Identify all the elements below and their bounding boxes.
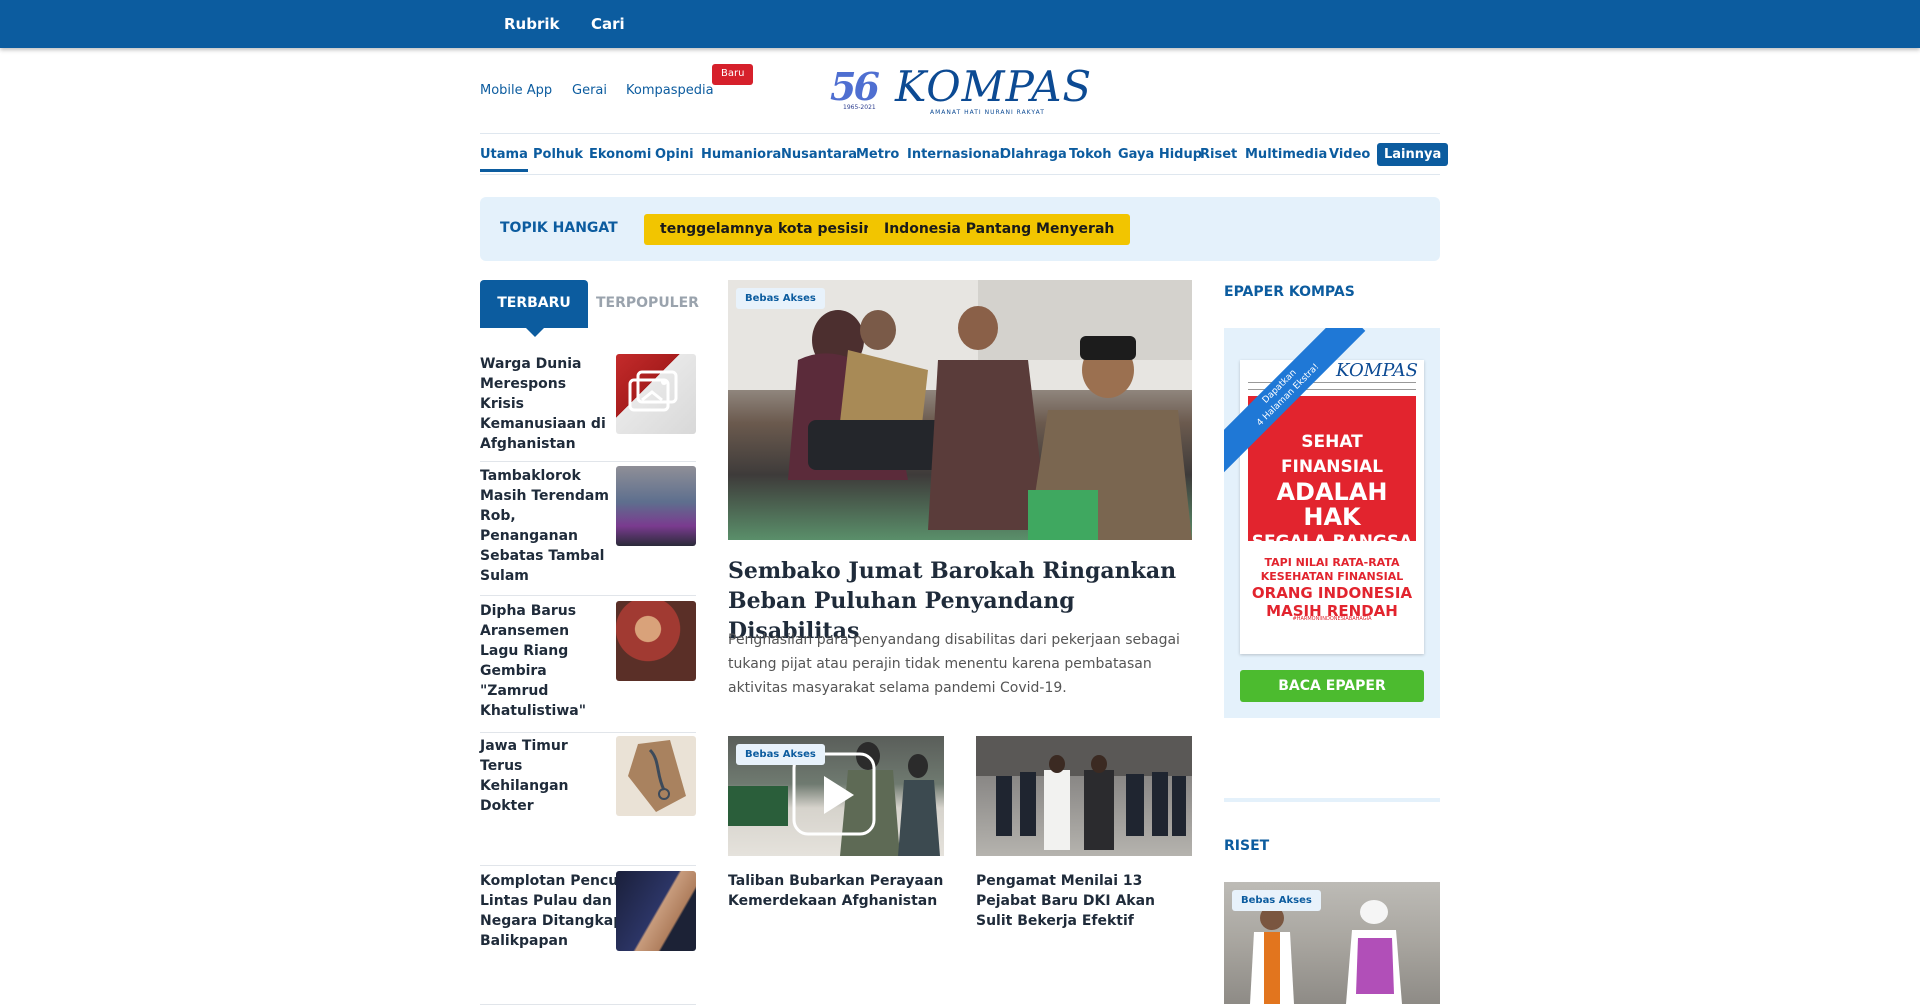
headline-image[interactable] (728, 280, 1192, 540)
hot-topics-bar: TOPIK HANGAT tenggelamnya kota pesisir I… (480, 197, 1440, 261)
free-access-badge: Bebas Akses (736, 288, 825, 309)
nav-item-utama[interactable]: Utama (480, 147, 528, 172)
list-item-title[interactable]: Jawa Timur Terus Kehilangan Dokter (480, 736, 610, 816)
nav-item-tokoh[interactable]: Tokoh (1069, 147, 1112, 162)
nav-item-internasional[interactable]: Internasional (907, 147, 1004, 162)
search-link[interactable]: Cari (591, 15, 625, 33)
list-item[interactable]: Komplotan Pencuri Lintas Pulau dan Negar… (480, 871, 696, 1005)
nav-item-multimedia[interactable]: Multimedia (1245, 147, 1327, 162)
news-tabs: TERBARU TERPOPULER (480, 280, 699, 340)
list-item-thumbnail[interactable] (616, 736, 696, 816)
logo-wordmark: KOMPAS (895, 62, 1093, 111)
list-item[interactable]: Tambaklorok Masih Terendam Rob, Penangan… (480, 466, 696, 596)
list-item-thumbnail[interactable] (616, 354, 696, 434)
logo-tagline: AMANAT HATI NURANI RAKYAT (930, 109, 1045, 116)
kompaspedia-link[interactable]: Kompaspedia (626, 83, 714, 98)
tab-pointer (526, 328, 544, 337)
nav-item-humaniora[interactable]: Humaniora (701, 147, 781, 162)
list-item[interactable]: Jawa Timur Terus Kehilangan Dokter (480, 736, 696, 866)
headline-photo (728, 280, 1192, 540)
list-item-title[interactable]: Tambaklorok Masih Terendam Rob, Penangan… (480, 466, 610, 586)
nav-more-button[interactable]: Lainnya (1377, 143, 1449, 166)
coffin-illustration (628, 740, 686, 812)
officials-photo (976, 736, 1192, 850)
anniversary-mark: 56 (830, 64, 880, 109)
tab-terpopuler[interactable]: TERPOPULER (596, 295, 699, 311)
news-card-title[interactable]: Pengamat Menilai 13 Pejabat Baru DKI Aka… (976, 871, 1192, 931)
hot-topic-chip[interactable]: tenggelamnya kota pesisir (644, 214, 887, 245)
list-item-title[interactable]: Warga Dunia Merespons Krisis Kemanusiaan… (480, 354, 610, 454)
list-item[interactable]: Dipha Barus Aransemen Lagu Riang Gembira… (480, 601, 696, 733)
mobile-app-link[interactable]: Mobile App (480, 83, 552, 98)
nav-item-polhuk[interactable]: Polhuk (533, 147, 583, 162)
news-card-title[interactable]: Taliban Bubarkan Perayaan Kemerdekaan Af… (728, 871, 944, 911)
rubrik-menu-link[interactable]: Rubrik (504, 15, 559, 33)
riset-heading[interactable]: RISET (1224, 838, 1269, 854)
news-card-image[interactable] (976, 736, 1192, 856)
headline-summary: Penghasilan para penyandang disabilitas … (728, 632, 1180, 696)
nav-item-gaya-hidup[interactable]: Gaya Hidup (1118, 147, 1202, 162)
nav-item-metro[interactable]: Metro (856, 147, 899, 162)
epaper-panel: KOMPAS SEHAT FINANSIAL ADALAH HAK SEGALA… (1224, 328, 1440, 718)
nav-item-riset[interactable]: Riset (1200, 147, 1237, 162)
gallery-icon (628, 370, 678, 412)
epaper-heading[interactable]: EPAPER KOMPAS (1224, 284, 1355, 300)
list-item-thumbnail[interactable] (616, 871, 696, 951)
hot-topics-label: TOPIK HANGAT (500, 220, 618, 236)
list-item[interactable]: Warga Dunia Merespons Krisis Kemanusiaan… (480, 354, 696, 462)
nav-item-ekonomi[interactable]: Ekonomi (589, 147, 651, 162)
free-access-badge: Bebas Akses (736, 744, 825, 765)
riset-image[interactable]: Bebas Akses (1224, 882, 1440, 1004)
nav-item-video[interactable]: Video (1329, 147, 1370, 162)
epaper-subheadline: TAPI NILAI RATA-RATA KESEHATAN FINANSIAL… (1251, 556, 1413, 620)
list-item-title[interactable]: Dipha Barus Aransemen Lagu Riang Gembira… (480, 601, 610, 721)
list-item-thumbnail[interactable] (616, 601, 696, 681)
sidebar-divider (1224, 798, 1440, 802)
kompas-logo[interactable]: 56 1965-2021 KOMPAS AMANAT HATI NURANI R… (830, 62, 1093, 116)
hot-topic-chip[interactable]: Indonesia Pantang Menyerah (868, 214, 1131, 245)
epaper-footer-tag: #HARMONIINDONESIABAHAGIA (1292, 616, 1372, 622)
main-nav: Utama Polhuk Ekonomi Opini Humaniora Nus… (480, 133, 1449, 175)
anniversary-years: 1965-2021 (843, 104, 876, 111)
new-badge: Baru (712, 64, 754, 85)
tab-terbaru[interactable]: TERBARU (480, 280, 588, 328)
nav-item-opini[interactable]: Opini (655, 147, 694, 162)
top-bar: Rubrik Cari (0, 0, 1920, 48)
free-access-badge: Bebas Akses (1232, 890, 1321, 911)
read-epaper-button[interactable]: BACA EPAPER (1240, 670, 1424, 702)
gerai-link[interactable]: Gerai (572, 83, 607, 98)
nav-item-nusantara[interactable]: Nusantara (781, 147, 857, 162)
nav-item-olahraga[interactable]: Olahraga (1000, 147, 1067, 162)
list-item-thumbnail[interactable] (616, 466, 696, 546)
